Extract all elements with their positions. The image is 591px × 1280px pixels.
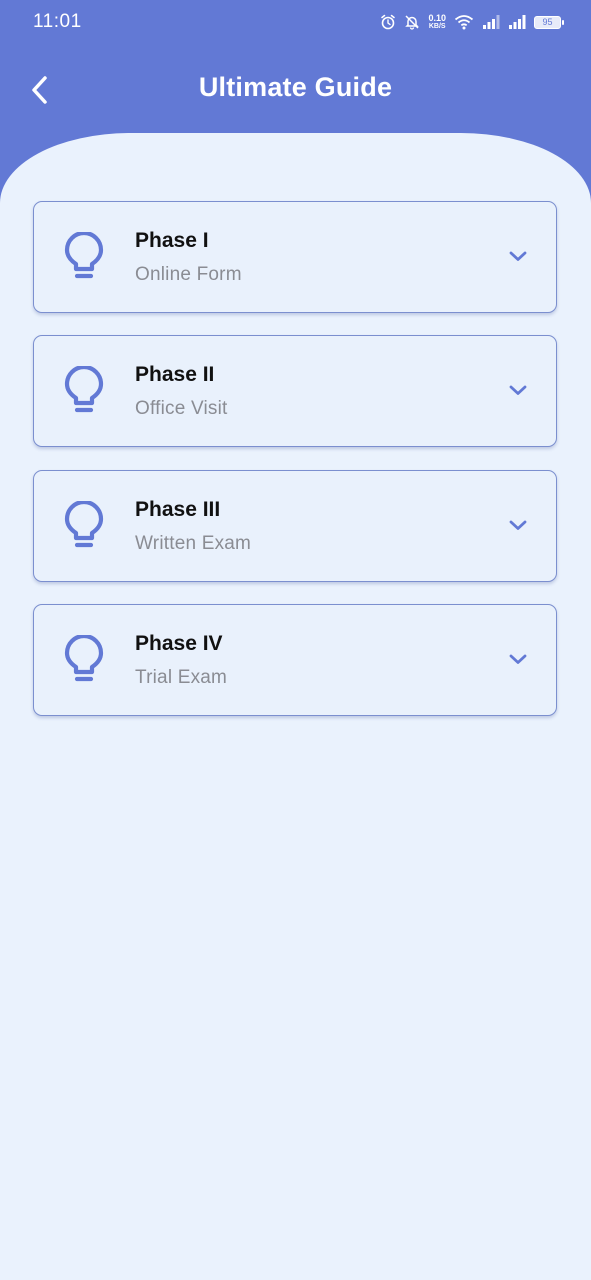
- chevron-down-icon[interactable]: [508, 517, 528, 533]
- phase-title: Phase II: [135, 363, 215, 386]
- lightbulb-icon: [64, 501, 104, 548]
- phase-subtitle: Online Form: [135, 264, 242, 285]
- bell-off-icon: [405, 15, 420, 30]
- phase-title: Phase III: [135, 498, 221, 521]
- content-panel: Phase I Online Form Phase II Office Visi…: [0, 133, 591, 1280]
- wifi-icon: [454, 15, 474, 30]
- phase-card-2[interactable]: Phase II Office Visit: [33, 335, 557, 447]
- status-bar: 11:01 0.10 KB/S 95: [0, 0, 591, 44]
- page-title: Ultimate Guide: [198, 72, 393, 102]
- lightbulb-icon: [64, 635, 104, 682]
- phase-title: Phase IV: [135, 632, 223, 655]
- battery-indicator: 95: [534, 15, 564, 29]
- phase-title: Phase I: [135, 229, 209, 252]
- network-speed-value: 0.10: [428, 12, 446, 23]
- status-icons: 0.10 KB/S 95: [380, 10, 564, 34]
- signal-icon: [483, 15, 500, 29]
- phase-card-3[interactable]: Phase III Written Exam: [33, 470, 557, 582]
- phase-subtitle: Trial Exam: [135, 667, 228, 688]
- lightbulb-icon: [64, 366, 104, 413]
- phase-subtitle: Office Visit: [135, 398, 228, 419]
- phase-card-4[interactable]: Phase IV Trial Exam: [33, 604, 557, 716]
- chevron-down-icon[interactable]: [508, 248, 528, 264]
- phase-card-1[interactable]: Phase I Online Form: [33, 201, 557, 313]
- status-time: 11:01: [33, 11, 82, 32]
- signal-icon-2: [509, 15, 526, 29]
- phase-subtitle: Written Exam: [135, 533, 252, 554]
- chevron-down-icon[interactable]: [508, 651, 528, 667]
- lightbulb-icon: [64, 232, 104, 279]
- alarm-icon: [381, 14, 396, 30]
- network-speed-unit: KB/S: [428, 22, 446, 30]
- chevron-down-icon[interactable]: [508, 382, 528, 398]
- network-speed: 0.10 KB/S: [428, 12, 446, 31]
